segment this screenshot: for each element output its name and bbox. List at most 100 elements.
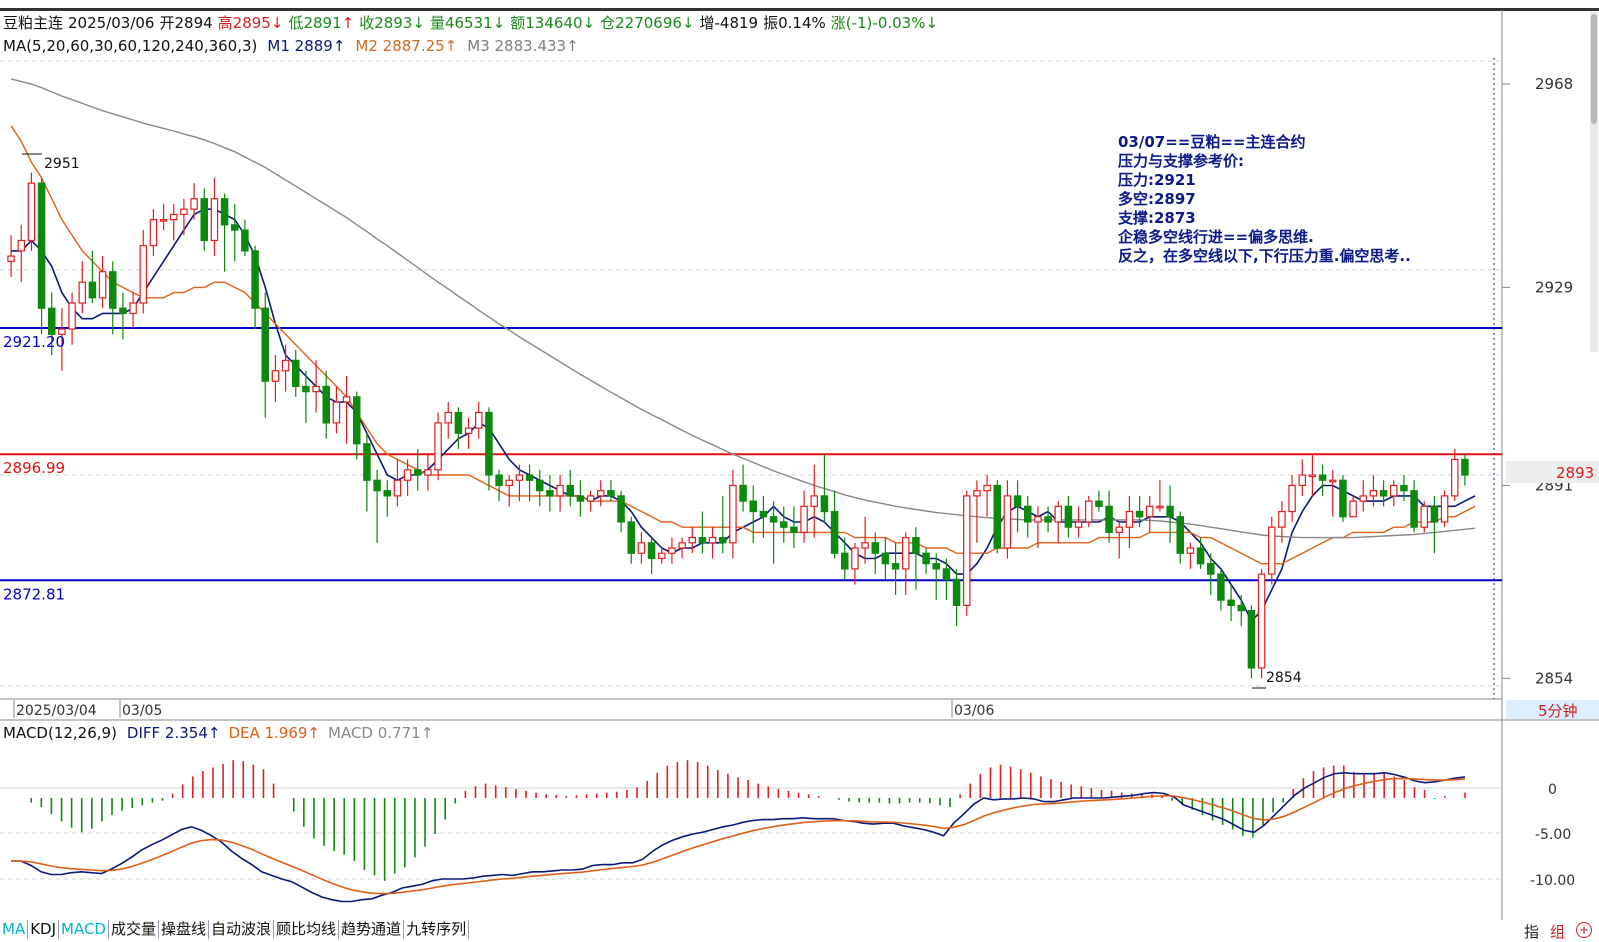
candle: [851, 542, 859, 585]
candle-body-down: [891, 563, 900, 570]
candle: [78, 261, 87, 314]
candle: [241, 219, 249, 257]
candle: [1237, 594, 1246, 627]
candle-body-up: [678, 542, 686, 549]
quote-item: 开2894: [159, 14, 212, 32]
candle-body-down: [1237, 604, 1246, 612]
candle-body-up: [271, 370, 280, 382]
candle: [1379, 480, 1388, 507]
candle: [668, 537, 676, 564]
quote-item: ↓: [682, 14, 695, 32]
quote-item: 振0.14%: [763, 14, 826, 32]
candle-body-down: [363, 443, 371, 481]
candle: [454, 407, 463, 449]
macd-macd-value: MACD 0.771↑: [328, 724, 433, 742]
candle-body-up: [1257, 573, 1266, 669]
tab-trend-channel[interactable]: 趋势通道: [339, 920, 405, 939]
candle: [586, 490, 595, 512]
candle-body-up: [1278, 510, 1286, 528]
tab-kdj[interactable]: KDJ: [28, 920, 60, 939]
quote-values: 开2894 高2895↓ 低2891↑ 收2893↓ 量46531↓ 额134640↓ 仓2…: [159, 14, 938, 32]
ma-item: M1 2889↑: [267, 37, 345, 55]
tab-auto-wave[interactable]: 自动波浪: [209, 920, 275, 939]
candle: [556, 475, 564, 512]
candle: [119, 292, 127, 340]
candle-body-up: [1267, 526, 1276, 575]
candle-body-up: [1359, 495, 1368, 502]
add-icon[interactable]: +: [1576, 922, 1592, 938]
candle-body-down: [881, 552, 890, 565]
candle: [495, 469, 503, 502]
candle-body-up: [169, 213, 178, 221]
candle-body-up: [1369, 490, 1378, 497]
candle: [342, 376, 351, 444]
candle-body-up: [332, 401, 341, 424]
candle-body-down: [88, 281, 97, 299]
tab-volume[interactable]: 成交量: [109, 920, 159, 939]
bar-date: 2025/03/06: [68, 14, 154, 32]
candle-body-up: [1440, 495, 1449, 523]
candle: [881, 537, 890, 580]
candle-body-down: [454, 411, 463, 434]
candle-body-up: [1328, 479, 1337, 483]
candle: [1095, 490, 1103, 512]
candle-body-up: [1156, 505, 1164, 509]
header-quote-line: 豆粕主连 2025/03/06 开2894 高2895↓ 低2891↑ 收2893↓ 量46…: [3, 14, 938, 32]
candle-body-down: [1135, 510, 1144, 518]
candle-body-down: [627, 521, 636, 554]
candle-body-down: [820, 495, 829, 513]
candle: [779, 506, 788, 543]
quote-item: 额134640: [510, 14, 582, 32]
quote-item: 涨(-1)-0.03%: [831, 14, 926, 32]
candle: [159, 203, 168, 231]
candle: [1389, 480, 1398, 507]
note-line: 压力:2921: [1118, 171, 1196, 189]
candle-body-up: [515, 474, 524, 481]
candle: [129, 292, 137, 330]
candle-body-up: [342, 396, 351, 403]
candle: [1054, 501, 1063, 543]
candle: [759, 495, 768, 538]
period-label[interactable]: 5分钟: [1538, 702, 1578, 720]
candle-body-down: [922, 552, 930, 565]
tab-trading-line[interactable]: 操盘线: [159, 920, 210, 939]
symbol-name: 豆粕主连: [3, 14, 63, 32]
indicator-tab-bar: MA KDJ MACD 成交量 操盘线 自动波浪 顾比均线 趋势通道 九转序列: [0, 920, 470, 939]
scrollbar-thumb[interactable]: [1591, 14, 1597, 124]
candle: [281, 344, 290, 392]
candle-body-up: [586, 495, 595, 502]
candle: [1145, 495, 1154, 533]
candle-body-down: [220, 198, 229, 226]
candle-body-down: [1430, 505, 1439, 523]
candle-body-down: [546, 490, 554, 497]
candle-body-down: [119, 307, 127, 315]
candle: [464, 417, 473, 449]
candle-body-up: [180, 208, 188, 215]
candle-body-down: [759, 510, 768, 518]
tab-guppy[interactable]: 顾比均线: [274, 920, 340, 939]
candle-body-down: [383, 490, 392, 497]
candle-body-down: [291, 359, 300, 388]
macd-gridlines: [0, 787, 1502, 880]
candle: [1400, 475, 1408, 502]
candle-body-down: [352, 396, 361, 445]
candle-body-down: [1023, 505, 1032, 523]
tab-macd[interactable]: MACD: [59, 920, 109, 939]
candle-body-up: [444, 411, 453, 424]
candle: [739, 464, 747, 512]
level-label: 2921.20: [3, 333, 65, 351]
candle: [1125, 495, 1134, 549]
candle: [830, 490, 839, 559]
tab-td-sequential[interactable]: 九转序列: [404, 920, 470, 939]
candle: [383, 480, 392, 517]
candle-body-up: [688, 537, 697, 544]
candle: [1064, 495, 1073, 538]
tab-ma[interactable]: MA: [0, 920, 29, 939]
price-tick-label: 2929: [1535, 278, 1573, 296]
note-line: 支撑:2873: [1117, 209, 1196, 227]
candle: [403, 459, 412, 496]
candle: [393, 459, 402, 507]
quote-item: ↓: [583, 14, 596, 32]
candle-body-down: [47, 307, 56, 335]
price-axis: 2968292928912854: [1502, 75, 1573, 687]
